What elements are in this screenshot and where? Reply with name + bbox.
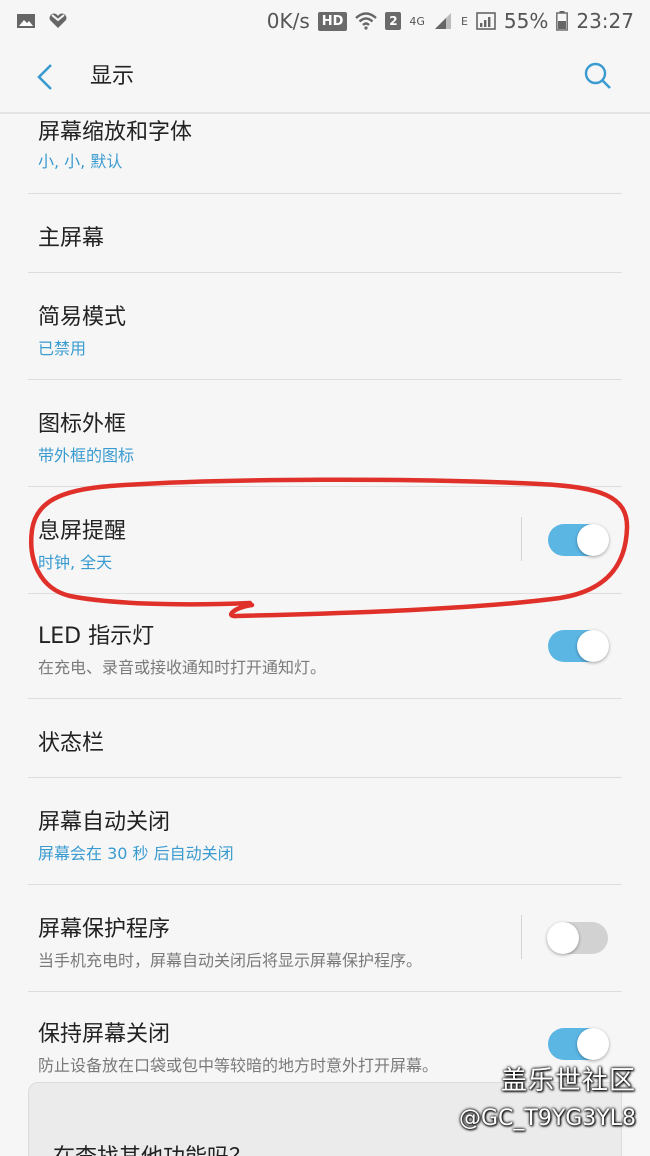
setting-subtitle: 小, 小, 默认	[38, 152, 123, 171]
setting-easy-mode[interactable]: 简易模式 已禁用	[28, 273, 622, 379]
status-bar: 0K/s HD 2 4G E 55% 23:27	[0, 0, 650, 42]
wifi-icon	[355, 12, 378, 30]
clock: 23:27	[576, 9, 634, 33]
keep-screen-off-toggle[interactable]	[548, 1028, 609, 1060]
sim-badge: 2	[385, 12, 402, 30]
setting-title: 主屏幕	[38, 226, 105, 251]
search-button[interactable]	[580, 58, 616, 94]
watermark-user: @GC_T9YG3YL8	[458, 1106, 636, 1131]
setting-title: 状态栏	[38, 731, 105, 756]
battery-percent: 55%	[503, 9, 549, 33]
setting-icon-frames[interactable]: 图标外框 带外框的图标	[28, 380, 622, 486]
vertical-separator	[521, 517, 522, 561]
toggle-knob	[577, 630, 609, 662]
watermark-title: 盖乐世社区	[500, 1066, 636, 1096]
page-title: 显示	[90, 64, 135, 89]
setting-title: 屏幕缩放和字体	[38, 120, 193, 145]
setting-subtitle: 当手机充电时，屏幕自动关闭后将显示屏幕保护程序。	[38, 951, 423, 970]
network-4g-label: 4G	[409, 14, 425, 28]
led-indicator-toggle[interactable]	[548, 630, 609, 662]
toggle-knob	[577, 524, 609, 556]
setting-title: 息屏提醒	[38, 519, 127, 544]
setting-screensaver[interactable]: 屏幕保护程序 当手机充电时，屏幕自动关闭后将显示屏幕保护程序。	[28, 885, 622, 991]
setting-always-on-display[interactable]: 息屏提醒 时钟, 全天	[28, 487, 622, 593]
setting-screen-zoom-font[interactable]: 屏幕缩放和字体 小, 小, 默认	[28, 110, 622, 194]
watermark: 盖乐世社区 @GC_T9YG3YL8	[459, 1064, 636, 1134]
setting-subtitle: 带外框的图标	[38, 446, 135, 465]
setting-title: 图标外框	[38, 412, 127, 437]
setting-home-screen[interactable]: 主屏幕	[28, 194, 622, 272]
heart-icon	[49, 13, 67, 28]
setting-led-indicator[interactable]: LED 指示灯 在充电、录音或接收通知时打开通知灯。	[28, 594, 622, 698]
battery-icon	[556, 11, 569, 31]
setting-screen-timeout[interactable]: 屏幕自动关闭 屏幕会在 30 秒 后自动关闭	[28, 778, 622, 884]
setting-subtitle: 在充电、录音或接收通知时打开通知灯。	[38, 658, 327, 677]
setting-title: 保持屏幕关闭	[38, 1022, 171, 1047]
setting-subtitle: 防止设备放在口袋或包中等较暗的地方时意外打开屏幕。	[38, 1056, 439, 1075]
card-title: 在查找其他功能吗？	[53, 1139, 251, 1156]
signal-icon	[476, 12, 496, 30]
back-button[interactable]	[30, 60, 60, 94]
image-icon	[17, 14, 35, 28]
setting-title: 屏幕保护程序	[38, 917, 171, 942]
setting-title: 简易模式	[38, 305, 127, 330]
network-speed: 0K/s	[266, 9, 310, 33]
hd-badge: HD	[317, 11, 348, 31]
setting-status-bar[interactable]: 状态栏	[28, 699, 622, 777]
search-icon	[584, 62, 611, 89]
setting-subtitle: 已禁用	[38, 339, 87, 358]
screensaver-toggle[interactable]	[547, 922, 608, 954]
network-e-label: E	[460, 14, 468, 28]
toggle-knob	[547, 922, 579, 954]
app-bar: 显示	[0, 42, 650, 112]
vertical-separator	[521, 915, 522, 959]
signal-icon	[434, 13, 451, 29]
setting-title: 屏幕自动关闭	[38, 810, 171, 835]
setting-subtitle: 屏幕会在 30 秒 后自动关闭	[38, 844, 234, 863]
setting-title: LED 指示灯	[38, 624, 155, 649]
toggle-knob	[577, 1028, 609, 1060]
chevron-left-icon	[37, 64, 52, 90]
always-on-display-toggle[interactable]	[548, 524, 609, 556]
setting-subtitle: 时钟, 全天	[38, 553, 113, 572]
